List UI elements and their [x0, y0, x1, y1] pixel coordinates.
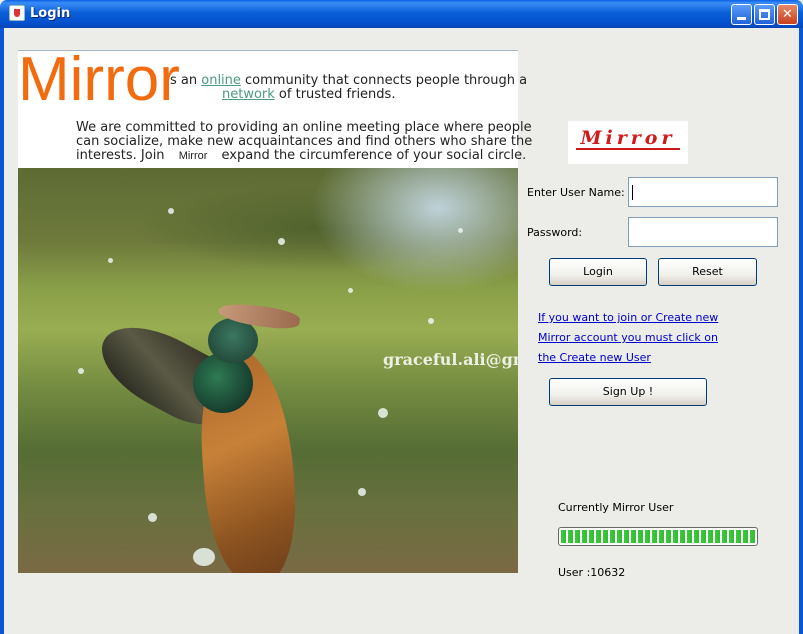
close-button[interactable]: ✕ — [777, 4, 798, 25]
banner-intro-line2: network of trusted friends. — [222, 87, 395, 102]
username-label: Enter User Name: — [527, 186, 625, 199]
network-link[interactable]: network — [222, 87, 275, 102]
minimize-button[interactable] — [731, 4, 752, 25]
water-droplet — [428, 318, 434, 324]
window-title: Login — [30, 6, 71, 21]
inline-mirror-logo: Mirror — [168, 149, 218, 163]
password-label: Password: — [527, 226, 583, 239]
kingfisher-photo: graceful.ali@gm — [18, 168, 518, 573]
banner-logo: Mirror — [18, 45, 180, 114]
banner-text: s an — [170, 73, 202, 88]
progress-fill — [561, 530, 755, 543]
mirror-logo-underline — [576, 148, 680, 150]
mirror-logo: Mirror — [568, 121, 688, 164]
login-button[interactable]: Login — [549, 258, 647, 286]
close-icon: ✕ — [782, 7, 793, 22]
user-progress-bar — [558, 527, 758, 546]
title-bar[interactable]: Login ✕ — [0, 0, 803, 28]
bird-chest — [193, 353, 253, 413]
username-input[interactable] — [628, 177, 778, 207]
water-droplet — [458, 228, 463, 233]
text-caret — [632, 185, 633, 200]
banner-para-line: interests. Join Mirror expand the circum… — [76, 148, 526, 163]
mirror-logo-text: Mirror — [580, 127, 676, 149]
photo-watermark: graceful.ali@gm — [383, 350, 518, 369]
banner-para-line: We are committed to providing an online … — [76, 120, 532, 135]
water-droplet — [148, 513, 157, 522]
banner-text: expand the circumference of your social … — [217, 148, 527, 163]
user-count: User :10632 — [558, 566, 626, 579]
minimize-icon — [737, 17, 746, 20]
water-droplet — [108, 258, 113, 263]
window-frame-right — [799, 28, 803, 634]
water-droplet — [348, 288, 353, 293]
banner-para-line: can socialize, make new acquaintances an… — [76, 134, 533, 149]
banner-intro-line1: s an online community that connects peop… — [170, 73, 527, 88]
water-droplet — [278, 238, 285, 245]
reset-button[interactable]: Reset — [658, 258, 757, 286]
window-frame-left — [0, 28, 4, 634]
maximize-icon — [759, 9, 770, 20]
current-users-label: Currently Mirror User — [558, 501, 674, 514]
banner-text: of trusted friends. — [274, 87, 396, 102]
water-droplet — [378, 408, 388, 418]
online-link[interactable]: online — [201, 73, 241, 88]
water-droplet — [168, 208, 174, 214]
water-splash — [193, 548, 215, 566]
water-droplet — [78, 368, 84, 374]
banner-text: interests. Join — [76, 148, 169, 163]
maximize-button[interactable] — [754, 4, 775, 25]
password-input[interactable] — [628, 217, 778, 247]
signup-info-line1[interactable]: If you want to join or Create new — [538, 311, 718, 324]
signup-button[interactable]: Sign Up ! — [549, 378, 707, 406]
banner-text: community that connects people through a — [240, 73, 528, 88]
water-droplet — [358, 488, 366, 496]
signup-info-line3[interactable]: the Create new User — [538, 351, 651, 364]
java-app-icon — [9, 5, 25, 21]
banner-paragraph: We are committed to providing an online … — [76, 120, 533, 163]
signup-info-line2[interactable]: Mirror account you must click on — [538, 331, 718, 344]
info-banner: Mirror s an online community that connec… — [18, 45, 533, 168]
